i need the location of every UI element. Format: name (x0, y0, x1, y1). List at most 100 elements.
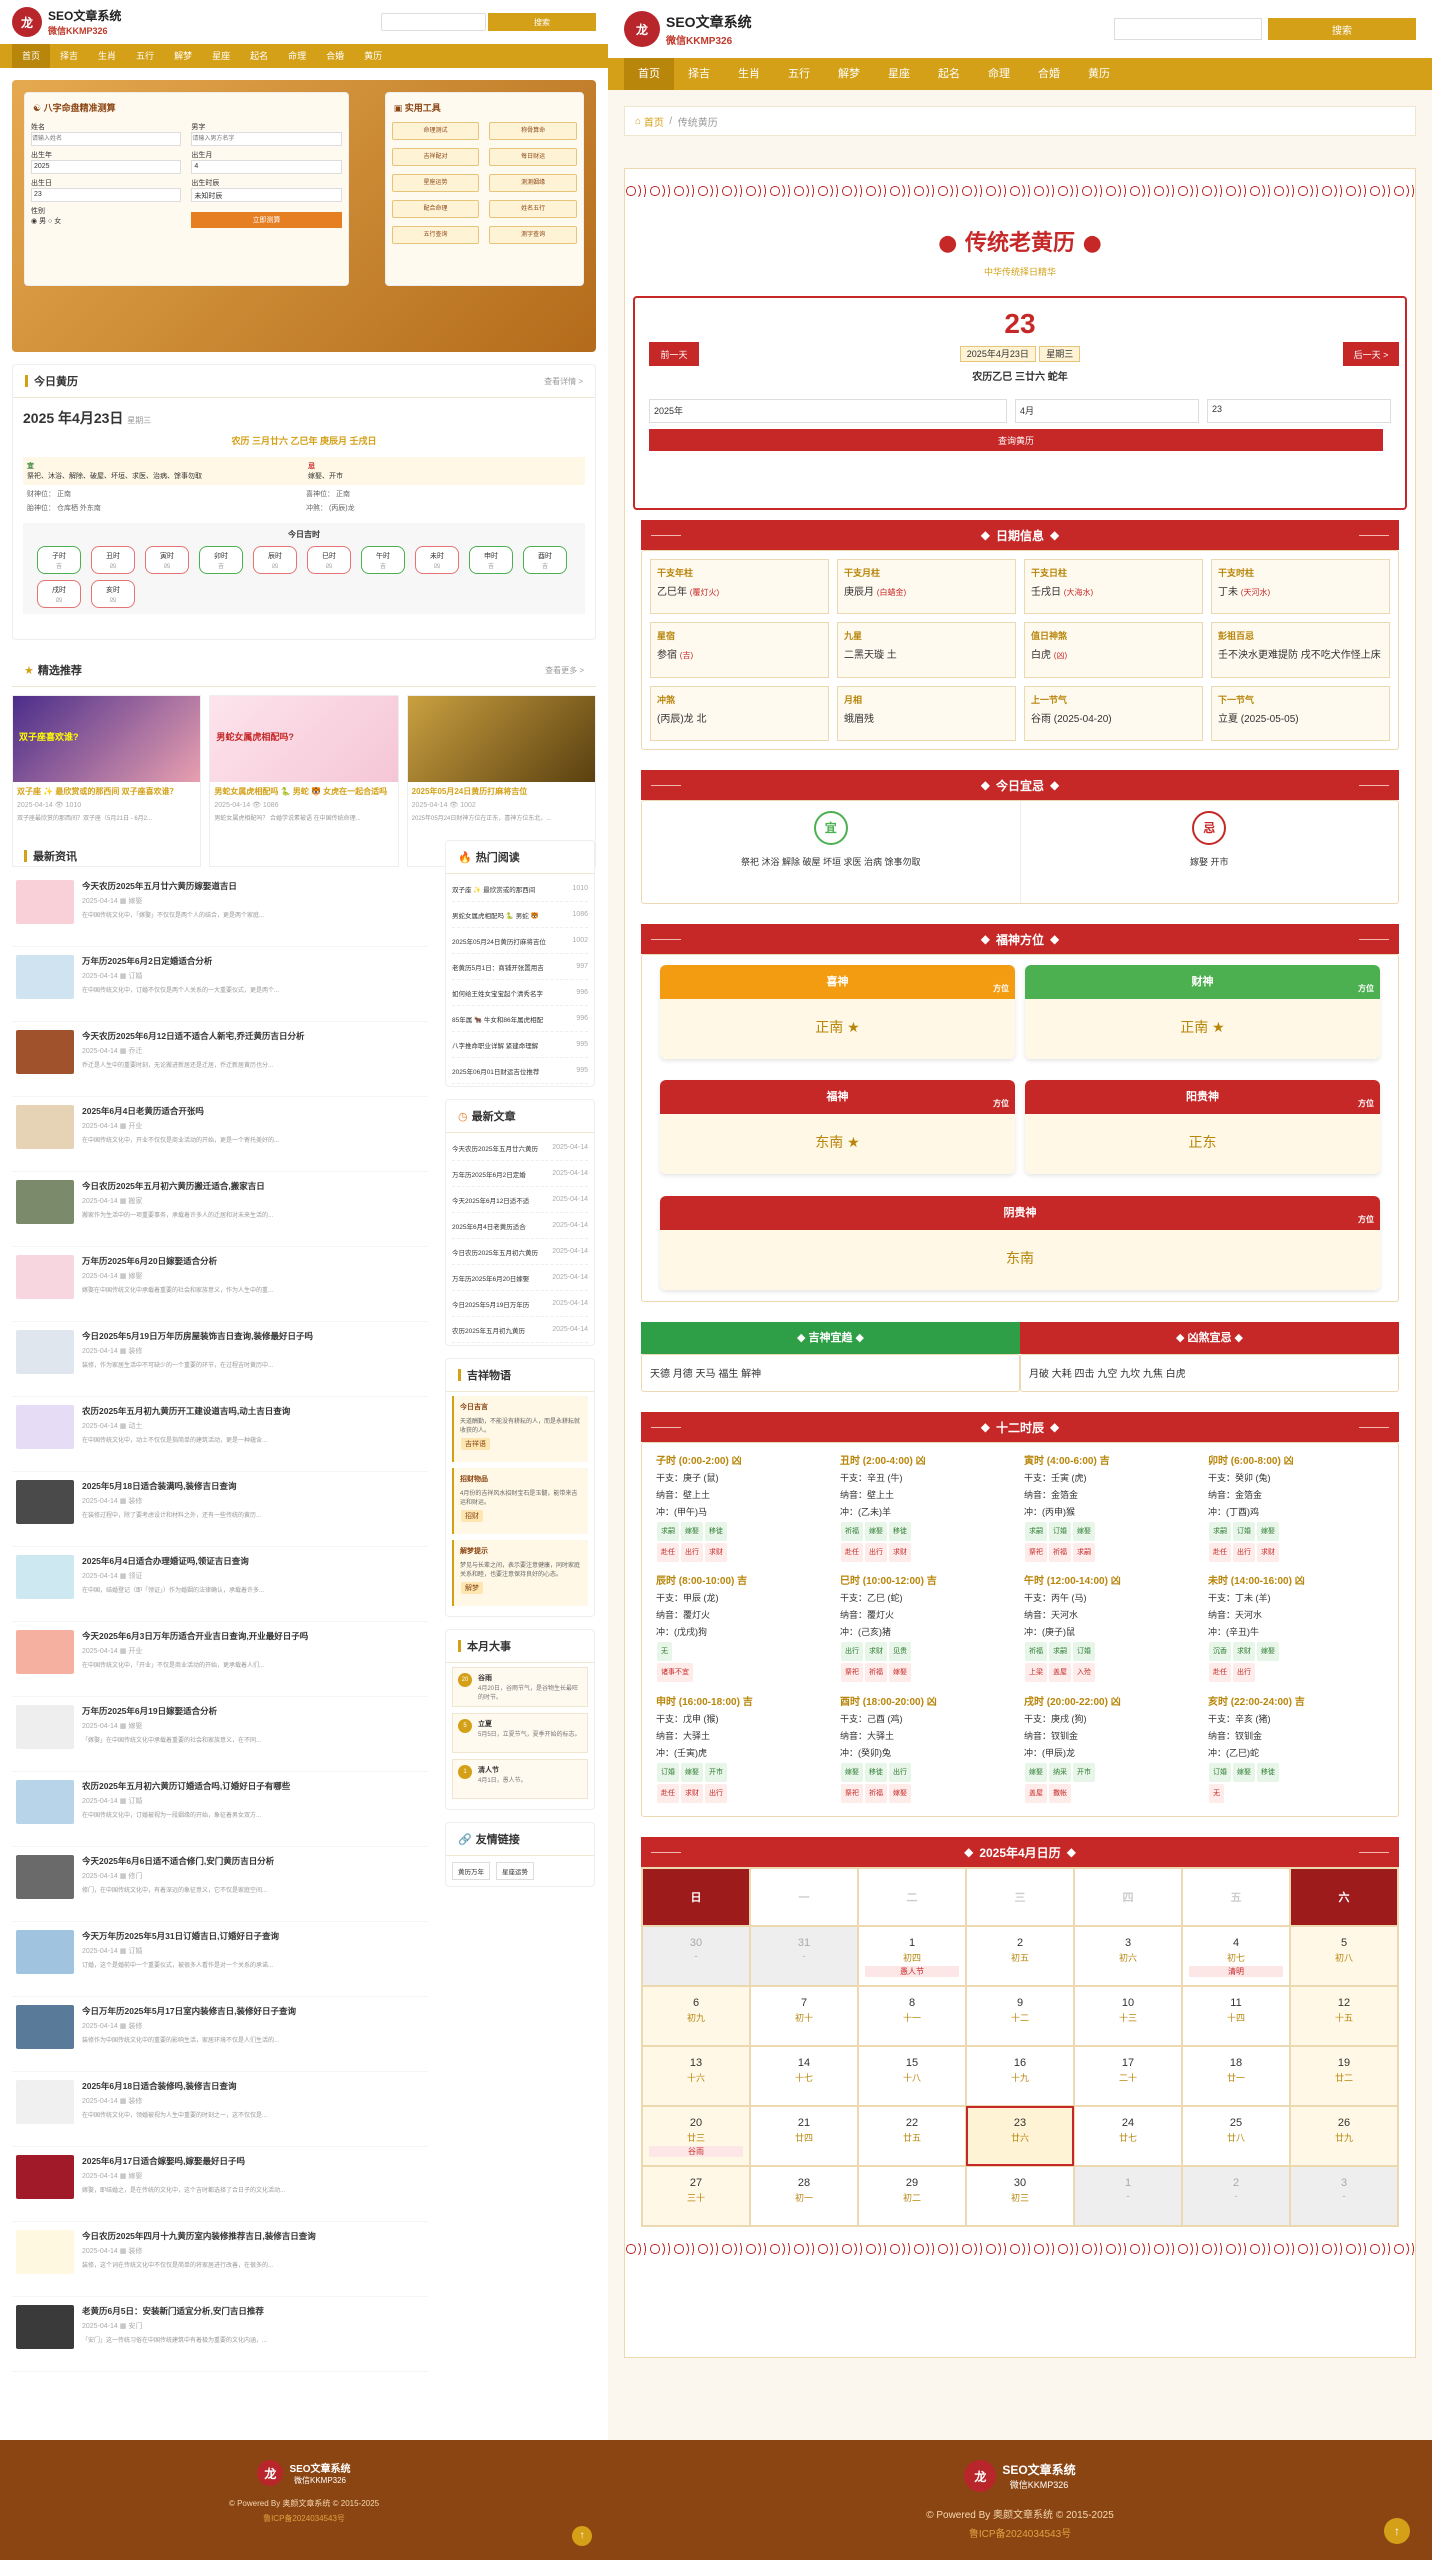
hot-item[interactable]: 如何给王姓女宝宝起个清秀名字 996 (452, 980, 588, 1006)
nav-item[interactable]: 合婚 (316, 44, 354, 68)
news-item[interactable]: 2025年6月4日老黄历适合开张吗 2025-04-14 ▦ 开业 在中国传统文化中… (12, 1097, 428, 1172)
calendar-day[interactable]: 2- (1182, 2166, 1290, 2226)
calendar-day[interactable]: 30 初三 (966, 2166, 1074, 2226)
nav-item[interactable]: 起名 (924, 58, 974, 90)
news-item[interactable]: 今日万年历2025年5月17日室内装修吉日,装修好日子查询 2025-04-14 … (12, 1997, 428, 2072)
breadcrumb-home[interactable]: 首页 (644, 114, 664, 129)
news-title[interactable]: 今天农历2025年6月12日适不适合人新宅,乔迁黄历吉日分析 (82, 1030, 424, 1042)
latest-item[interactable]: 2025年6月4日老黄历适合 2025-04-14 (452, 1213, 588, 1239)
calendar-day[interactable]: 11 十四 (1182, 1986, 1290, 2046)
female-radio[interactable]: ○ 女 (48, 218, 61, 225)
calendar-day[interactable]: 26 廿九 (1290, 2106, 1398, 2166)
news-item[interactable]: 农历2025年五月初六黄历订婚适合吗,订婚好日子有哪些 2025-04-14 ▦ … (12, 1772, 428, 1847)
news-title[interactable]: 万年历2025年6月19日嫁娶适合分析 (82, 1705, 424, 1717)
tool-button[interactable]: 星座运势 (391, 174, 480, 192)
calendar-day[interactable]: 21 廿四 (750, 2106, 858, 2166)
nav-item[interactable]: 星座 (202, 44, 240, 68)
nav-item[interactable]: 解梦 (824, 58, 874, 90)
latest-item[interactable]: 今日2025年5月19日万年历 2025-04-14 (452, 1291, 588, 1317)
calendar-day[interactable]: 30- (642, 1926, 750, 1986)
calendar-day[interactable]: 16 十九 (966, 2046, 1074, 2106)
news-item[interactable]: 2025年6月18日适合装修吗,装修吉日查询 2025-04-14 ▦ 装修 在中国… (12, 2072, 428, 2147)
hour-chip[interactable]: 寅时凶 (145, 546, 189, 574)
nav-item[interactable]: 生肖 (724, 58, 774, 90)
nav-item[interactable]: 生肖 (88, 44, 126, 68)
hot-item[interactable]: 85年属 🐂 牛女和86年属虎相配 996 (452, 1006, 588, 1032)
news-item[interactable]: 今日2025年5月19日万年历房屋装饰吉日查询,装修最好日子吗 2025-04-1… (12, 1322, 428, 1397)
nav-item[interactable]: 黄历 (354, 44, 392, 68)
news-item[interactable]: 今天2025年6月6日适不适合修门,安门黄历吉日分析 2025-04-14 ▦ 修… (12, 1847, 428, 1922)
news-title[interactable]: 万年历2025年6月2日定婚适合分析 (82, 955, 424, 967)
partner-input[interactable] (191, 132, 342, 146)
search-input-right[interactable] (1114, 18, 1262, 40)
calendar-day[interactable]: 29 初二 (858, 2166, 966, 2226)
tool-button[interactable]: 测字查询 (489, 226, 577, 244)
hot-item[interactable]: 八字推命职业详解 紧建命理解 995 (452, 1032, 588, 1058)
calendar-day[interactable]: 20 廿三 谷雨 (642, 2106, 750, 2166)
tool-button[interactable]: 姓名五行 (489, 200, 577, 218)
day-select[interactable]: 23 (31, 188, 182, 202)
news-title[interactable]: 2025年6月4日适合办理婚证吗,领证吉日查询 (82, 1555, 424, 1567)
nav-item[interactable]: 解梦 (164, 44, 202, 68)
calendar-day[interactable]: 3- (1290, 2166, 1398, 2226)
news-title[interactable]: 农历2025年五月初九黄历开工建设道吉吗,动土吉日查询 (82, 1405, 424, 1417)
tool-button[interactable]: 测测姻缘 (489, 174, 577, 192)
hour-chip[interactable]: 子时吉 (37, 546, 81, 574)
calendar-day[interactable]: 23 廿六 (966, 2106, 1074, 2166)
news-item[interactable]: 万年历2025年6月2日定婚适合分析 2025-04-14 ▦ 订婚 在中国传统文化… (12, 947, 428, 1022)
news-item[interactable]: 今天万年历2025年5月31日订婚吉日,订婚好日子查询 2025-04-14 ▦ … (12, 1922, 428, 1997)
featured-more[interactable]: 查看更多 > (545, 665, 584, 676)
news-item[interactable]: 农历2025年五月初九黄历开工建设道吉吗,动土吉日查询 2025-04-14 ▦ … (12, 1397, 428, 1472)
calendar-day[interactable]: 10 十三 (1074, 1986, 1182, 2046)
news-item[interactable]: 老黄历6月5日：安装新门适宜分析,安门吉日推荐 2025-04-14 ▦ 安门 「安… (12, 2297, 428, 2372)
latest-item[interactable]: 万年历2025年6月20日嫁娶 2025-04-14 (452, 1265, 588, 1291)
tool-button[interactable]: 称骨算命 (489, 122, 577, 140)
nav-item[interactable]: 五行 (774, 58, 824, 90)
news-item[interactable]: 万年历2025年6月19日嫁娶适合分析 2025-04-14 ▦ 嫁娶 「嫁娶」在中… (12, 1697, 428, 1772)
featured-title[interactable]: 2025年05月24日黄历打麻将吉位 (408, 782, 595, 801)
search-button[interactable]: 搜索 (488, 13, 596, 31)
male-radio[interactable]: ◉ 男 (31, 218, 46, 225)
news-title[interactable]: 2025年6月4日老黄历适合开张吗 (82, 1105, 424, 1117)
calendar-day[interactable]: 24 廿七 (1074, 2106, 1182, 2166)
calendar-day[interactable]: 7 初十 (750, 1986, 858, 2046)
tool-button[interactable]: 五行查询 (391, 226, 480, 244)
site-logo-right[interactable]: 龙 SEO文章系统 微信KKMP326 (624, 11, 752, 47)
hot-item[interactable]: 2025年05月24日黄历打麻将吉位 1002 (452, 928, 588, 954)
year-select[interactable]: 2025 (31, 160, 182, 174)
tool-button[interactable]: 配合命理 (391, 200, 480, 218)
hour-chip[interactable]: 辰时凶 (253, 546, 297, 574)
news-item[interactable]: 2025年6月17日适合嫁娶吗,嫁娶最好日子吗 2025-04-14 ▦ 嫁娶 嫁娶… (12, 2147, 428, 2222)
hour-chip[interactable]: 未时凶 (415, 546, 459, 574)
hour-chip[interactable]: 卯时吉 (199, 546, 243, 574)
news-title[interactable]: 今日2025年5月19日万年历房屋装饰吉日查询,装修最好日子吗 (82, 1330, 424, 1342)
news-title[interactable]: 2025年6月17日适合嫁娶吗,嫁娶最好日子吗 (82, 2155, 424, 2167)
news-title[interactable]: 农历2025年五月初六黄历订婚适合吗,订婚好日子有哪些 (82, 1780, 424, 1792)
calendar-day[interactable]: 25 廿八 (1182, 2106, 1290, 2166)
icp-link-right[interactable]: 鲁ICP备2024034543号 (608, 2525, 1432, 2540)
nav-item[interactable]: 择吉 (50, 44, 88, 68)
nav-item[interactable]: 择吉 (674, 58, 724, 90)
news-title[interactable]: 今天2025年6月6日适不适合修门,安门黄历吉日分析 (82, 1855, 424, 1867)
hot-item[interactable]: 男蛇女属虎相配吗 🐍 男蛇 🐯 1086 (452, 902, 588, 928)
query-button[interactable]: 查询黄历 (649, 429, 1383, 451)
icp-link[interactable]: 鲁ICP备2024034543号 (0, 2513, 608, 2524)
calendar-day[interactable]: 5 初八 (1290, 1926, 1398, 1986)
calendar-day[interactable]: 1- (1074, 2166, 1182, 2226)
nav-item[interactable]: 五行 (126, 44, 164, 68)
tool-button[interactable]: 吉祥配对 (391, 148, 480, 166)
back-to-top-icon-right[interactable]: ↑ (1384, 2518, 1410, 2544)
nav-item[interactable]: 起名 (240, 44, 278, 68)
tool-button[interactable]: 命理测试 (391, 122, 480, 140)
calendar-day[interactable]: 27 三十 (642, 2166, 750, 2226)
calendar-day[interactable]: 18 廿一 (1182, 2046, 1290, 2106)
news-item[interactable]: 今天农历2025年五月廿六黄历嫁娶道吉日 2025-04-14 ▦ 嫁娶 在中国传统… (12, 872, 428, 947)
news-item[interactable]: 今日农历2025年四月十九黄历室内装修推荐吉日,装修吉日查询 2025-04-14… (12, 2222, 428, 2297)
back-to-top-icon[interactable]: ↑ (572, 2526, 592, 2546)
calendar-day[interactable]: 6 初九 (642, 1986, 750, 2046)
site-logo[interactable]: 龙 SEO文章系统 微信KKMP326 (12, 7, 121, 37)
news-title[interactable]: 今天农历2025年五月廿六黄历嫁娶道吉日 (82, 880, 424, 892)
hour-chip[interactable]: 酉时吉 (523, 546, 567, 574)
calendar-day[interactable]: 22 廿五 (858, 2106, 966, 2166)
calendar-day[interactable]: 2 初五 (966, 1926, 1074, 1986)
